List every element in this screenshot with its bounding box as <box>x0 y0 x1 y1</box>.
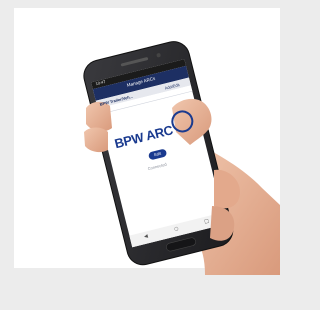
action-label[interactable]: Add/Edit <box>164 82 180 91</box>
bpw-arc-logo: BPW ARC <box>112 122 175 152</box>
photo-background: 10:47 Manage ARCs BPW Trailer/Veh... Add… <box>0 0 280 275</box>
back-nav-icon[interactable]: ◀ <box>143 233 148 240</box>
status-time: 10:47 <box>95 78 106 87</box>
menu-title[interactable]: BPW Trailer/Veh... <box>99 93 133 106</box>
status-caption: Connected <box>147 161 168 172</box>
recent-apps-icon[interactable]: □ <box>204 218 210 225</box>
app-title: Manage ARCs <box>126 75 156 88</box>
home-nav-icon[interactable]: ○ <box>174 226 180 233</box>
edit-button[interactable]: Edit <box>147 148 168 161</box>
